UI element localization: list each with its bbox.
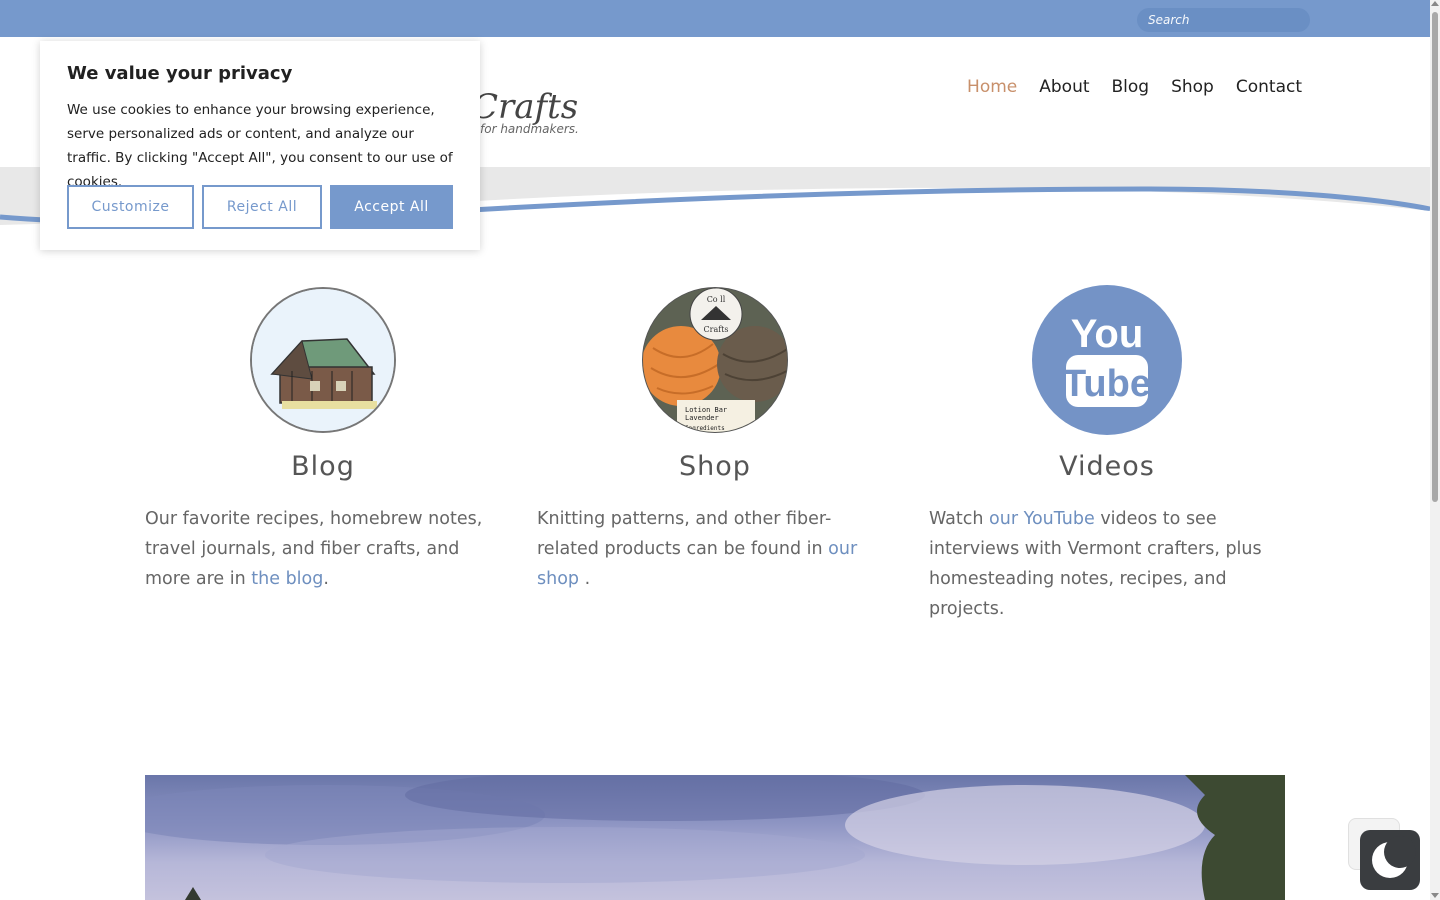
moon-icon [1372,836,1416,878]
videos-title: Videos [1059,451,1155,482]
shop-title: Shop [679,451,751,482]
yarn-products-photo[interactable]: Co ll Crafts Lotion Bar Lavender Ingredi… [642,287,788,433]
youtube-logo-tube: Tube [1063,363,1151,405]
videos-text: Watch [929,509,990,529]
nav-blog[interactable]: Blog [1112,77,1150,97]
customize-button[interactable]: Customize [67,185,194,229]
cookie-title: We value your privacy [67,63,293,84]
barn-drawing-icon[interactable] [250,287,396,433]
blog-description: Our favorite recipes, homebrew notes, tr… [145,504,501,594]
page-scrollbar[interactable] [1430,0,1440,900]
search-input[interactable] [1137,8,1310,32]
accept-all-button[interactable]: Accept All [330,185,453,229]
scroll-up-arrow-icon[interactable] [1431,1,1439,6]
cookie-buttons: Customize Reject All Accept All [67,185,453,229]
shop-text-end: . [579,569,591,589]
top-bar [0,0,1430,37]
shop-label-line3: Ingredients [685,425,725,432]
site-logo[interactable]: Crafts [472,87,578,127]
nav-home[interactable]: Home [967,77,1017,97]
youtube-logo-you: You [1071,312,1144,356]
shop-text: Knitting patterns, and other fiber-relat… [537,509,832,559]
shop-description: Knitting patterns, and other fiber-relat… [537,504,893,594]
videos-description: Watch our YouTube videos to see intervie… [929,504,1285,624]
scroll-down-arrow-icon[interactable] [1431,893,1439,898]
youtube-icon[interactable]: You Tube [1032,285,1182,435]
blog-link[interactable]: the blog [251,569,323,589]
nav-contact[interactable]: Contact [1236,77,1302,97]
shop-circle-label-top: Co ll [707,295,726,304]
cookie-consent-banner: We value your privacy We use cookies to … [40,41,480,250]
scrollbar-thumb[interactable] [1432,12,1438,502]
shop-column: Co ll Crafts Lotion Bar Lavender Ingredi… [537,287,893,594]
main-nav: Home About Blog Shop Contact [967,77,1302,97]
nav-shop[interactable]: Shop [1171,77,1214,97]
cookie-body: We use cookies to enhance your browsing … [67,102,453,190]
shop-label-line2: Lavender [685,414,719,422]
reject-all-button[interactable]: Reject All [202,185,322,229]
youtube-link[interactable]: our YouTube [989,509,1095,529]
blog-text-end: . [323,569,329,589]
shop-circle-label-bottom: Crafts [704,325,729,334]
landscape-photo [145,775,1285,900]
dark-mode-toggle[interactable] [1360,830,1420,890]
blog-column: Blog Our favorite recipes, homebrew note… [145,287,501,594]
videos-column: You Tube Videos Watch our YouTube videos… [929,285,1285,624]
shop-label-line1: Lotion Bar [685,406,727,414]
blog-title: Blog [291,451,355,482]
nav-about[interactable]: About [1039,77,1089,97]
site-tagline: for handmakers. [480,122,579,136]
